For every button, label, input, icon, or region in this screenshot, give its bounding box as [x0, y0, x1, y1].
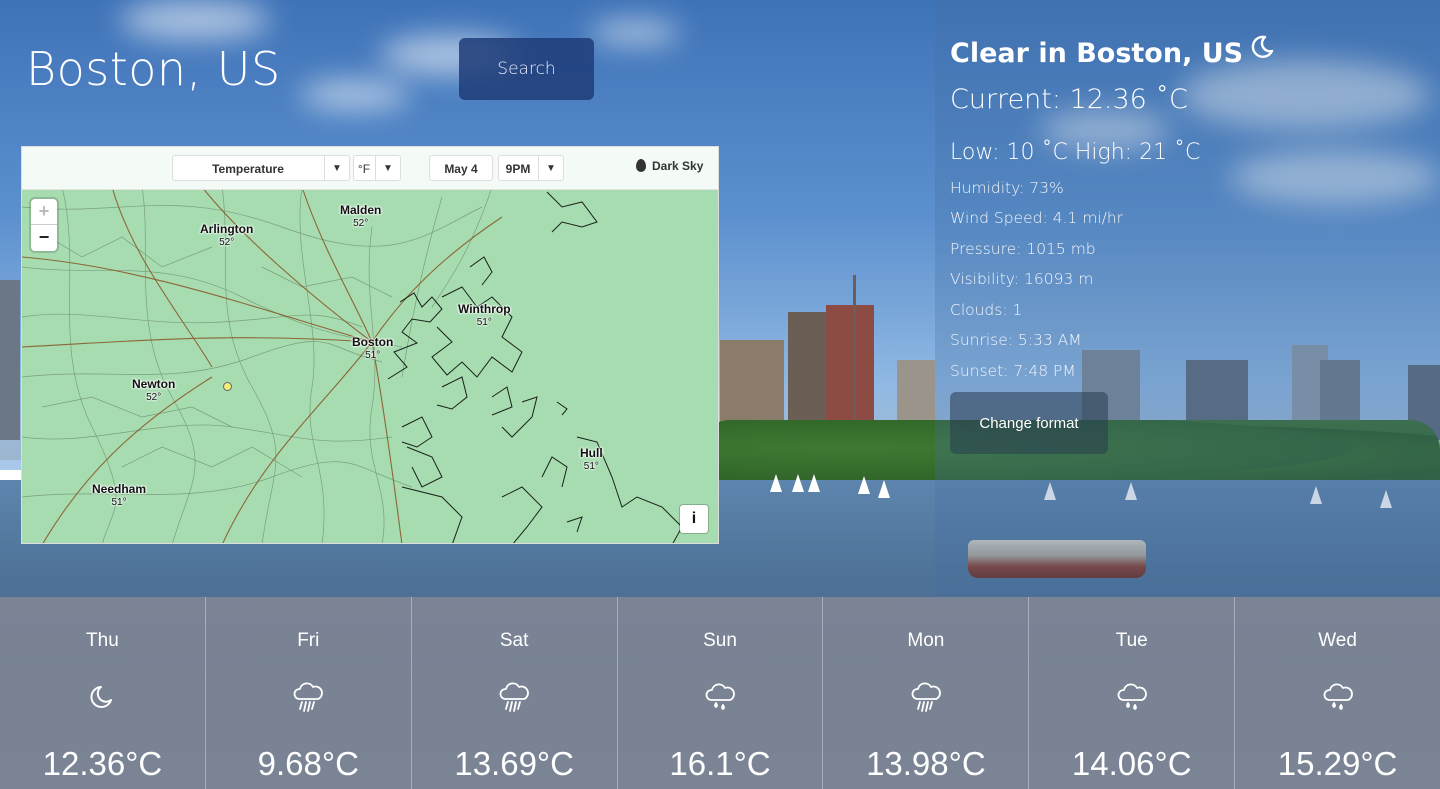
rain-cloud-icon	[908, 679, 944, 715]
forecast-day-name: Tue	[1115, 630, 1148, 651]
forecast-day-name: Sat	[499, 630, 529, 651]
showers-cloud-icon	[702, 679, 738, 715]
dark-sky-link[interactable]: Dark Sky	[636, 159, 703, 173]
moon-icon	[1249, 34, 1275, 67]
layer-select[interactable]: Temperature ▼	[172, 155, 350, 181]
map-place-label: Winthrop 51°	[458, 302, 511, 329]
condition-title: Clear in Boston, US	[950, 34, 1275, 69]
pressure: Pressure: 1015 mb	[950, 240, 1096, 258]
forecast-temp: 13.98°C	[866, 745, 986, 782]
humidity: Humidity: 73%	[950, 179, 1064, 197]
map-place-label: Arlington 52°	[200, 222, 254, 249]
forecast-day: Fri 9.68°C	[206, 597, 412, 789]
rain-cloud-icon	[496, 679, 532, 715]
forecast-temp: 16.1°C	[669, 745, 771, 782]
rain-cloud-icon	[290, 679, 326, 715]
forecast-day-name: Fri	[297, 630, 320, 651]
forecast-temp: 14.06°C	[1071, 745, 1192, 782]
sailboat	[770, 474, 782, 492]
building	[0, 280, 20, 440]
sailboat	[858, 476, 870, 494]
visibility: Visibility: 16093 m	[950, 270, 1094, 288]
showers-cloud-icon	[1320, 679, 1356, 715]
chevron-down-icon: ▼	[538, 156, 563, 180]
sailboat	[792, 474, 804, 492]
map-place-label: Malden 52°	[340, 203, 382, 230]
map-place-label: Boston 51°	[352, 335, 394, 362]
forecast-day-name: Thu	[86, 630, 119, 651]
cloud	[590, 20, 680, 45]
forecast-day: Sun 16.1°C	[618, 597, 824, 789]
weather-map[interactable]: Arlington 52° Malden 52° Winthrop 51° Bosto…	[21, 146, 719, 544]
dark-sky-logo-icon	[636, 159, 646, 172]
zoom-in-button[interactable]: +	[31, 199, 57, 225]
forecast-temp: 13.69°C	[454, 745, 574, 782]
zoom-out-button[interactable]: −	[31, 225, 57, 250]
forecast-day-name: Sun	[703, 630, 737, 651]
forecast-day: Mon 13.98°C	[823, 597, 1030, 789]
forecast-day: Thu 12.36°C	[0, 597, 206, 789]
forecast-day: Wed 15.29°C	[1235, 597, 1440, 789]
forecast-day-name: Wed	[1318, 630, 1357, 651]
forecast-temp: 12.36°C	[42, 745, 163, 782]
showers-cloud-icon	[1114, 679, 1150, 715]
date-select[interactable]: May 4	[429, 155, 493, 181]
forecast-temp: 9.68°C	[257, 745, 359, 782]
sunrise: Sunrise: 5:33 AM	[950, 331, 1082, 349]
chevron-down-icon: ▼	[324, 156, 349, 180]
city-title: Boston, US	[26, 42, 281, 96]
current-temperature: Current: 12.36 ˚C	[950, 84, 1188, 115]
zoom-control: + −	[31, 199, 57, 251]
change-format-button[interactable]: Change format	[950, 392, 1108, 454]
clouds: Clouds: 1	[950, 301, 1023, 319]
map-place-label: Newton 52°	[132, 377, 176, 404]
moon-icon	[84, 679, 120, 715]
map-place-label: Needham 51°	[92, 482, 147, 509]
sailboat	[878, 480, 890, 498]
wind-speed: Wind Speed: 4.1 mi/hr	[950, 209, 1124, 227]
forecast-day-name: Mon	[907, 630, 945, 651]
building	[853, 275, 856, 440]
location-marker	[223, 382, 232, 391]
forecast-day: Tue 14.06°C	[1029, 597, 1236, 789]
sunset: Sunset: 7:48 PM	[950, 362, 1076, 380]
cloud	[120, 0, 270, 40]
map-toolbar: Temperature ▼ °F ▼ May 4 9PM ▼ Dark Sky	[22, 147, 718, 190]
forecast-temp: 15.29°C	[1277, 745, 1398, 782]
cloud	[300, 80, 410, 110]
forecast-day: Sat 13.69°C	[412, 597, 618, 789]
low-high-temperature: Low: 10 ˚C High: 21 ˚C	[950, 140, 1201, 165]
map-info-button[interactable]: i	[680, 505, 708, 533]
map-place-label: Hull 51°	[580, 446, 603, 473]
search-button[interactable]: Search	[459, 38, 594, 100]
time-select[interactable]: 9PM ▼	[498, 155, 564, 181]
chevron-down-icon: ▼	[375, 156, 400, 180]
forecast-strip: Thu 12.36°C Fri 9.68°C Sat 13.69°C Sun 1…	[0, 597, 1440, 789]
unit-select[interactable]: °F ▼	[353, 155, 401, 181]
sailboat	[808, 474, 820, 492]
